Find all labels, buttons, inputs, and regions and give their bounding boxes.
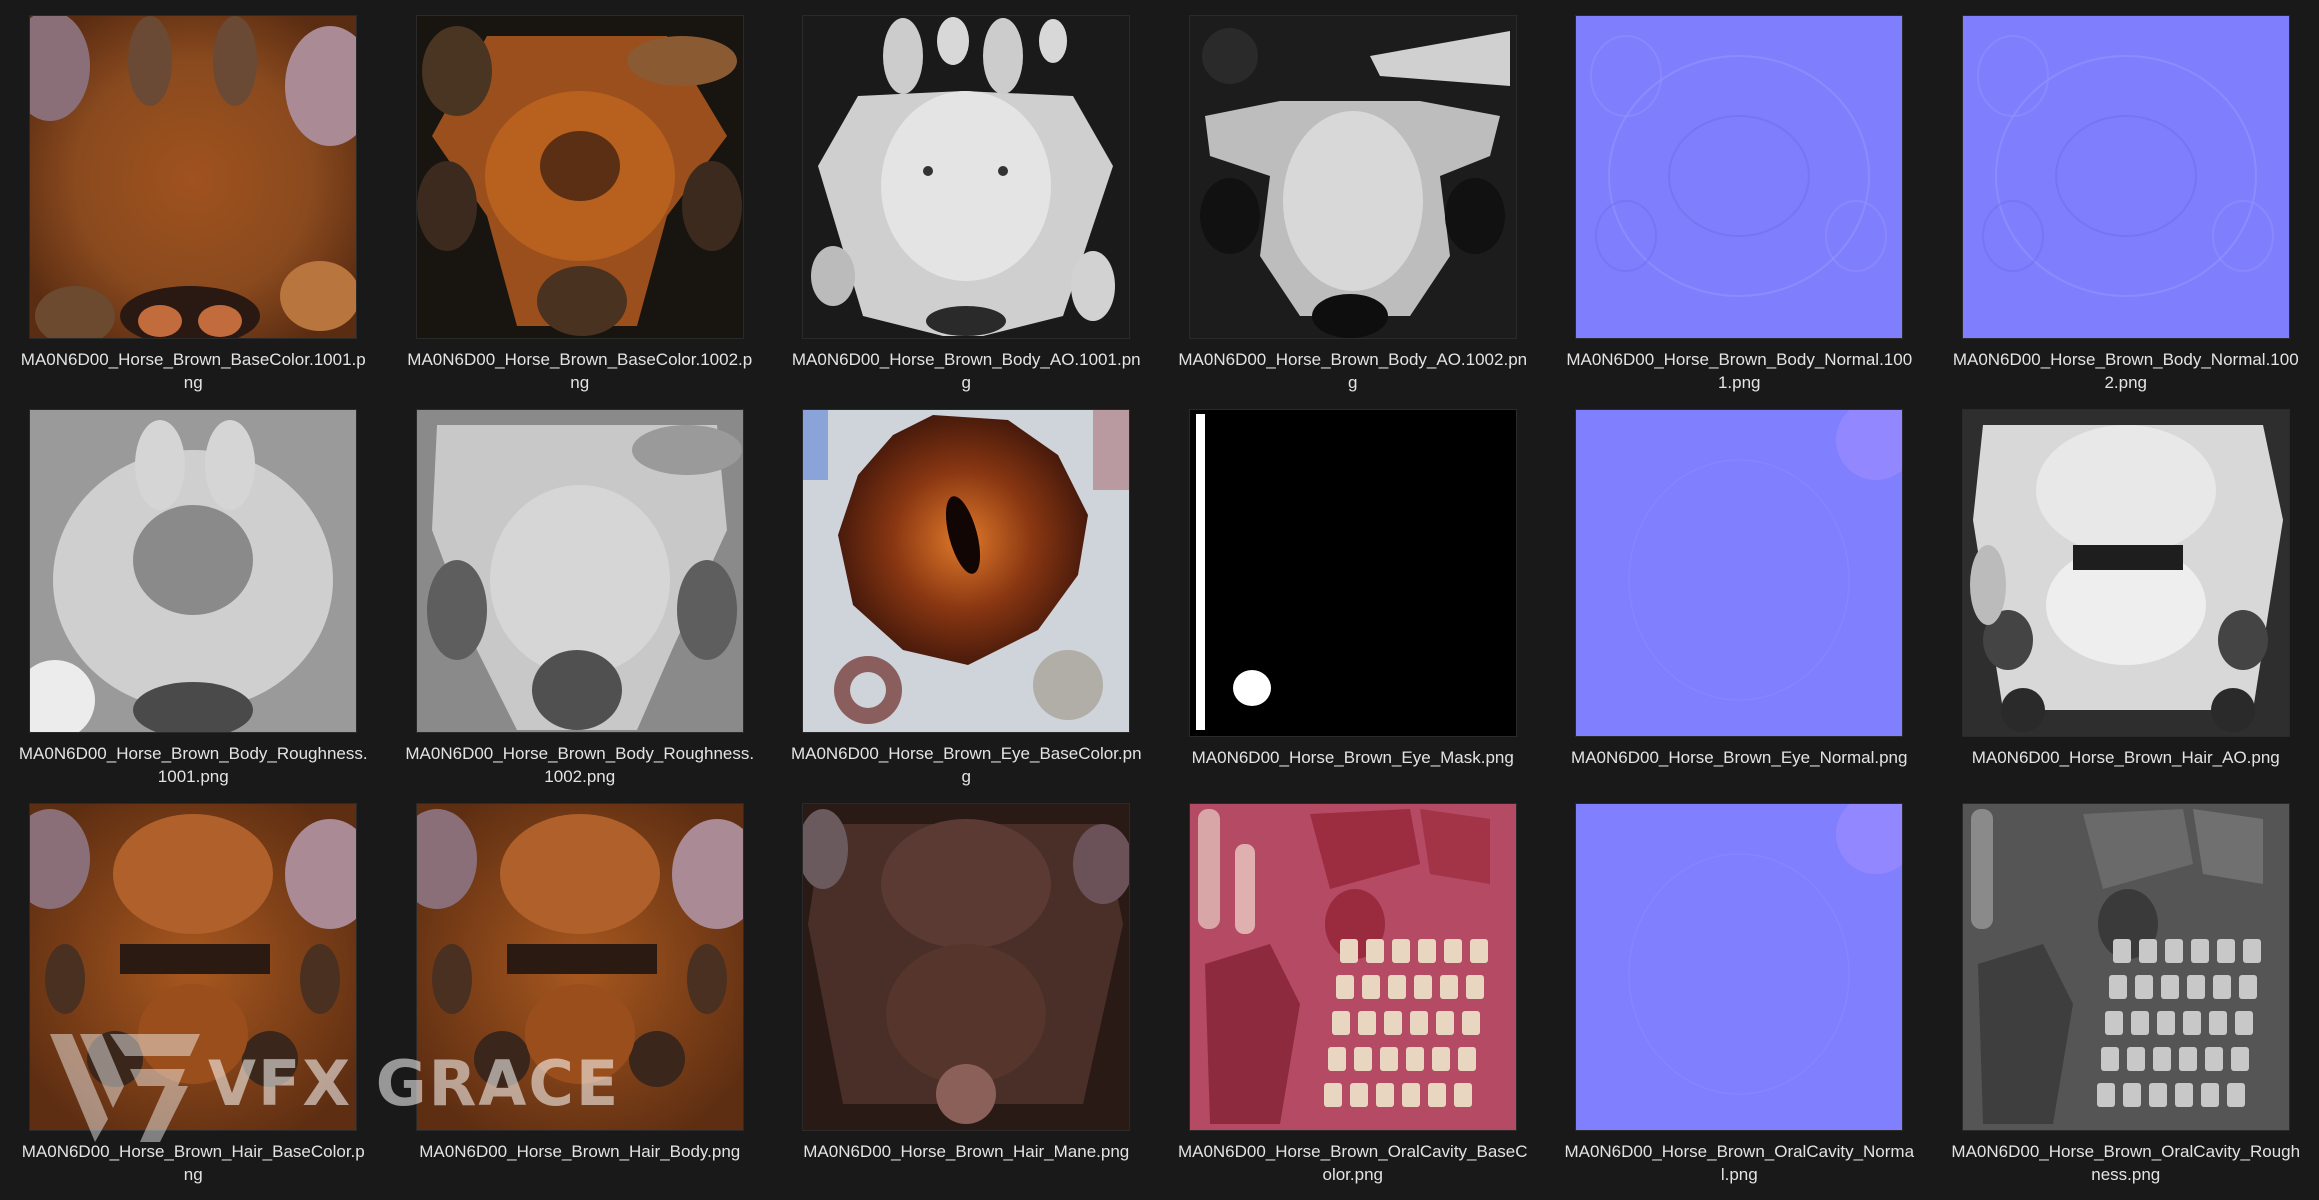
texture-preview-icon — [30, 410, 357, 732]
file-tile[interactable]: MA0N6D00_Horse_Brown_OralCavity_BaseColo… — [1160, 788, 1547, 1200]
file-tile[interactable]: MA0N6D00_Horse_Brown_Body_Roughness.1002… — [387, 394, 774, 788]
file-tile[interactable]: MA0N6D00_Horse_Brown_Hair_AO.png — [1933, 394, 2319, 788]
texture-preview-icon — [803, 16, 1130, 338]
file-name-label[interactable]: MA0N6D00_Horse_Brown_Body_Roughness.1002… — [404, 742, 756, 788]
texture-preview-icon — [1189, 16, 1516, 338]
texture-preview-icon — [1962, 804, 2289, 1130]
texture-preview-icon — [1962, 16, 2289, 338]
texture-preview-icon — [1576, 804, 1903, 1130]
texture-thumbnail[interactable] — [1962, 16, 2289, 338]
file-tile[interactable]: MA0N6D00_Horse_Brown_BaseColor.1001.png — [0, 0, 387, 394]
file-name-label[interactable]: MA0N6D00_Horse_Brown_Hair_BaseColor.png — [17, 1140, 369, 1186]
texture-preview-icon — [416, 804, 743, 1130]
texture-preview-icon — [803, 804, 1130, 1130]
texture-preview-icon — [1189, 410, 1516, 736]
texture-thumbnail[interactable] — [416, 804, 743, 1130]
file-name-label[interactable]: MA0N6D00_Horse_Brown_OralCavity_Normal.p… — [1563, 1140, 1915, 1186]
file-name-label[interactable]: MA0N6D00_Horse_Brown_Hair_AO.png — [1950, 746, 2302, 769]
file-name-label[interactable]: MA0N6D00_Horse_Brown_Body_Normal.1001.pn… — [1563, 348, 1915, 394]
file-name-label[interactable]: MA0N6D00_Horse_Brown_OralCavity_Roughnes… — [1950, 1140, 2302, 1186]
texture-thumbnail[interactable] — [30, 804, 357, 1130]
file-tile[interactable]: MA0N6D00_Horse_Brown_Hair_Body.png — [387, 788, 774, 1200]
file-tile[interactable]: MA0N6D00_Horse_Brown_Body_AO.1002.png — [1160, 0, 1547, 394]
texture-preview-icon — [416, 16, 743, 338]
file-tile[interactable]: MA0N6D00_Horse_Brown_Eye_Normal.png — [1546, 394, 1933, 788]
file-name-label[interactable]: MA0N6D00_Horse_Brown_Hair_Body.png — [404, 1140, 756, 1163]
file-name-label[interactable]: MA0N6D00_Horse_Brown_Eye_BaseColor.png — [790, 742, 1142, 788]
file-tile[interactable]: MA0N6D00_Horse_Brown_Body_Normal.1002.pn… — [1933, 0, 2319, 394]
texture-thumbnail[interactable] — [30, 410, 357, 732]
texture-preview-icon — [30, 16, 357, 338]
texture-preview-icon — [1189, 804, 1516, 1130]
texture-thumbnail[interactable] — [416, 410, 743, 732]
texture-preview-icon — [803, 410, 1130, 732]
file-tile[interactable]: MA0N6D00_Horse_Brown_Hair_BaseColor.png — [0, 788, 387, 1200]
file-name-label[interactable]: MA0N6D00_Horse_Brown_Eye_Mask.png — [1177, 746, 1529, 769]
file-tile[interactable]: MA0N6D00_Horse_Brown_Body_Roughness.1001… — [0, 394, 387, 788]
texture-thumbnail[interactable] — [1962, 410, 2289, 736]
texture-thumbnail[interactable] — [803, 16, 1130, 338]
file-name-label[interactable]: MA0N6D00_Horse_Brown_OralCavity_BaseColo… — [1177, 1140, 1529, 1186]
texture-thumbnail[interactable] — [1576, 410, 1903, 736]
file-name-label[interactable]: MA0N6D00_Horse_Brown_Body_Roughness.1001… — [17, 742, 369, 788]
file-tile[interactable]: MA0N6D00_Horse_Brown_Body_AO.1001.png — [773, 0, 1160, 394]
texture-thumbnail[interactable] — [416, 16, 743, 338]
file-name-label[interactable]: MA0N6D00_Horse_Brown_BaseColor.1001.png — [17, 348, 369, 394]
file-thumbnail-grid: MA0N6D00_Horse_Brown_BaseColor.1001.png … — [0, 0, 2319, 1200]
file-tile[interactable]: MA0N6D00_Horse_Brown_OralCavity_Normal.p… — [1546, 788, 1933, 1200]
file-name-label[interactable]: MA0N6D00_Horse_Brown_BaseColor.1002.png — [404, 348, 756, 394]
texture-thumbnail[interactable] — [1576, 16, 1903, 338]
file-tile[interactable]: MA0N6D00_Horse_Brown_BaseColor.1002.png — [387, 0, 774, 394]
file-name-label[interactable]: MA0N6D00_Horse_Brown_Body_Normal.1002.pn… — [1950, 348, 2302, 394]
texture-thumbnail[interactable] — [1962, 804, 2289, 1130]
texture-thumbnail[interactable] — [30, 16, 357, 338]
texture-preview-icon — [416, 410, 743, 732]
texture-thumbnail[interactable] — [803, 804, 1130, 1130]
texture-preview-icon — [1576, 410, 1903, 736]
texture-thumbnail[interactable] — [1576, 804, 1903, 1130]
file-name-label[interactable]: MA0N6D00_Horse_Brown_Eye_Normal.png — [1563, 746, 1915, 769]
texture-thumbnail[interactable] — [1189, 804, 1516, 1130]
file-tile[interactable]: MA0N6D00_Horse_Brown_OralCavity_Roughnes… — [1933, 788, 2319, 1200]
texture-preview-icon — [1962, 410, 2289, 736]
file-name-label[interactable]: MA0N6D00_Horse_Brown_Hair_Mane.png — [790, 1140, 1142, 1163]
file-name-label[interactable]: MA0N6D00_Horse_Brown_Body_AO.1001.png — [790, 348, 1142, 394]
file-tile[interactable]: MA0N6D00_Horse_Brown_Body_Normal.1001.pn… — [1546, 0, 1933, 394]
texture-preview-icon — [30, 804, 357, 1130]
file-tile[interactable]: MA0N6D00_Horse_Brown_Hair_Mane.png — [773, 788, 1160, 1200]
file-tile[interactable]: MA0N6D00_Horse_Brown_Eye_BaseColor.png — [773, 394, 1160, 788]
texture-thumbnail[interactable] — [1189, 410, 1516, 736]
texture-preview-icon — [1576, 16, 1903, 338]
texture-thumbnail[interactable] — [803, 410, 1130, 732]
file-tile[interactable]: MA0N6D00_Horse_Brown_Eye_Mask.png — [1160, 394, 1547, 788]
file-name-label[interactable]: MA0N6D00_Horse_Brown_Body_AO.1002.png — [1177, 348, 1529, 394]
texture-thumbnail[interactable] — [1189, 16, 1516, 338]
